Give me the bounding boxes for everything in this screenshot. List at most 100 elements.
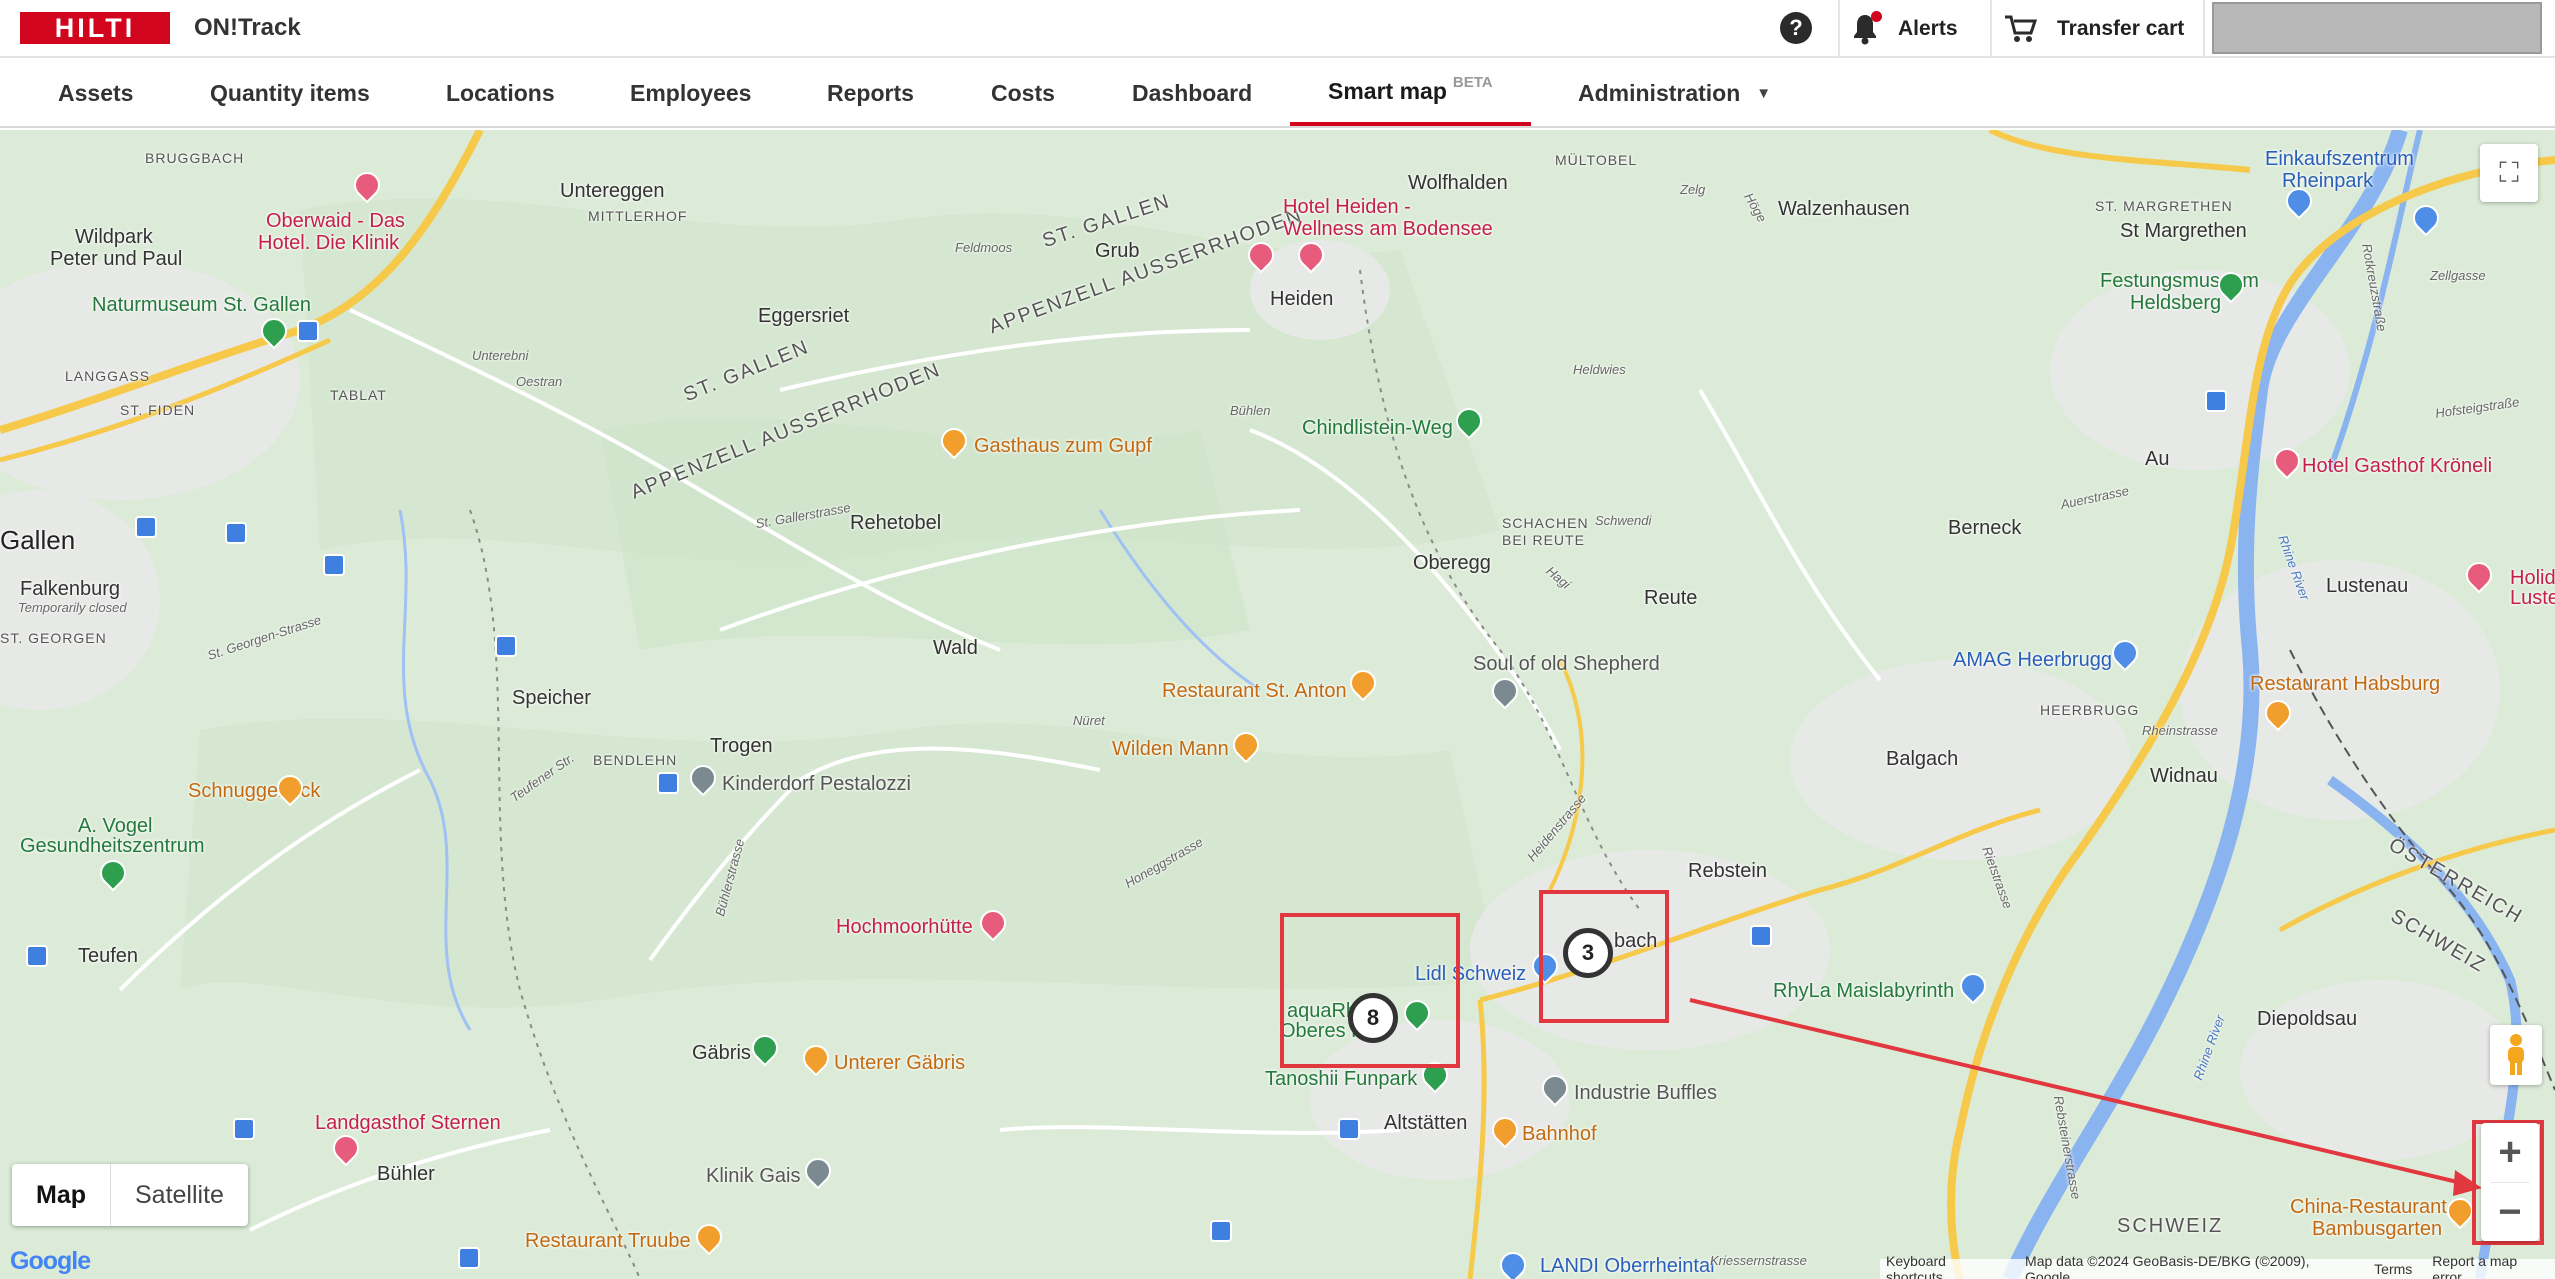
map-label: BENDLEHN (593, 752, 678, 768)
header-divider (1838, 0, 1840, 58)
alerts-label: Alerts (1898, 17, 1958, 40)
poi-label[interactable]: China-Restaurant (2290, 1196, 2447, 1219)
keyboard-shortcuts-link[interactable]: Keyboard shortcuts (1886, 1253, 2005, 1279)
transit-icon[interactable] (26, 945, 48, 967)
nav-employees[interactable]: Employees (630, 60, 751, 126)
map-type-map-button[interactable]: Map (12, 1164, 111, 1226)
poi-label[interactable]: Kinderdorf Pestalozzi (722, 773, 911, 796)
map-label: Wildpark (75, 226, 153, 248)
poi-label[interactable]: Klinik Gais (706, 1165, 800, 1188)
header-divider (2203, 0, 2205, 58)
transit-icon[interactable] (2205, 390, 2227, 412)
poi-label[interactable]: Chindlistein-Weg (1302, 417, 1453, 440)
map-label: Heiden (1270, 288, 1334, 310)
beta-badge: BETA (1452, 73, 1493, 91)
google-logo[interactable]: Google (10, 1247, 91, 1276)
poi-label[interactable]: Gesundheitszentrum (20, 835, 205, 858)
help-icon[interactable]: ? (1780, 12, 1812, 44)
map-data-text: Map data ©2024 GeoBasis-DE/BKG (©2009), … (2025, 1253, 2310, 1279)
alerts-button[interactable]: Alerts (1850, 0, 1958, 58)
nav-smart-map[interactable]: Smart map BETA (1290, 60, 1531, 126)
cart-icon (2005, 15, 2037, 42)
street-label: Zelg (1680, 182, 1706, 197)
transit-icon[interactable] (1338, 1118, 1360, 1140)
poi-label[interactable]: Wellness am Bodensee (1283, 218, 1493, 241)
poi-label[interactable]: Lustena (2510, 587, 2555, 610)
poi-label[interactable]: LANDI Oberrheintal (1540, 1255, 1715, 1278)
street-label: Nüret (1073, 713, 1105, 728)
transfer-cart-label: Transfer cart (2057, 17, 2185, 40)
transit-icon[interactable] (458, 1247, 480, 1269)
transit-icon[interactable] (1210, 1220, 1232, 1242)
transit-icon[interactable] (225, 522, 247, 544)
map-label: Temporarily closed (18, 600, 127, 615)
poi-label[interactable]: Soul of old Shepherd (1473, 653, 1660, 676)
poi-label[interactable]: Tanoshii Funpark (1265, 1068, 1417, 1091)
bell-icon (1850, 11, 1882, 45)
nav-locations[interactable]: Locations (446, 60, 555, 126)
transfer-cart-button[interactable]: Transfer cart (2003, 0, 2184, 58)
header-divider (1990, 0, 1992, 58)
poi-label[interactable]: Restaurant Truube (525, 1230, 691, 1253)
map-type-satellite-button[interactable]: Satellite (111, 1164, 248, 1226)
poi-label[interactable]: RhyLa Maislabyrinth (1773, 980, 1954, 1003)
user-menu[interactable] (2212, 2, 2542, 54)
poi-label[interactable]: Unterer Gäbris (834, 1052, 965, 1075)
hilti-logo[interactable]: HILTI (20, 12, 170, 44)
poi-label[interactable]: Oberwaid - Das (266, 210, 405, 233)
poi-label[interactable]: Heldsberg (2130, 292, 2221, 315)
alert-dot (1871, 11, 1882, 22)
transit-icon[interactable] (1750, 925, 1772, 947)
poi-label[interactable]: Industrie Buffles (1574, 1082, 1717, 1105)
transit-icon[interactable] (495, 635, 517, 657)
poi-label[interactable]: Bahnhof (1522, 1123, 1597, 1146)
report-error-link[interactable]: Report a map error (2432, 1253, 2549, 1279)
street-view-pegman[interactable] (2490, 1025, 2542, 1085)
map-label: ST. MARGRETHEN (2095, 198, 2233, 214)
asset-cluster-marker[interactable]: 8 (1348, 993, 1398, 1043)
map-label: LANGGASS (65, 368, 151, 384)
nav-quantity-items[interactable]: Quantity items (210, 60, 370, 126)
smart-map[interactable]: BRUGGBACH Untereggen MITTLERHOF Wolfhald… (0, 130, 2555, 1279)
nav-administration[interactable]: Administration ▼ (1578, 60, 1771, 126)
nav-costs[interactable]: Costs (991, 60, 1055, 126)
poi-label[interactable]: Hotel. Die Klinik (258, 232, 399, 255)
poi-label[interactable]: Restaurant St. Anton (1162, 680, 1347, 703)
zoom-in-button[interactable]: + (2481, 1123, 2539, 1182)
street-label: Feldmoos (955, 240, 1013, 255)
nav-smart-map-label: Smart map (1328, 77, 1447, 104)
transit-icon[interactable] (657, 772, 679, 794)
fullscreen-button[interactable]: ⛶ (2480, 144, 2538, 202)
poi-label[interactable]: Gasthaus zum Gupf (974, 435, 1152, 458)
map-label: Reute (1644, 587, 1698, 609)
map-label: Gallen (0, 525, 76, 555)
street-label: Zellgasse (2430, 268, 2486, 283)
poi-label[interactable]: Hotel Gasthof Kröneli (2302, 455, 2492, 478)
transit-icon[interactable] (135, 516, 157, 538)
transit-icon[interactable] (233, 1118, 255, 1140)
poi-label[interactable]: Wilden Mann (1112, 738, 1229, 761)
poi-label[interactable]: Hotel Heiden - (1283, 196, 1411, 219)
terms-link[interactable]: Terms (2374, 1261, 2412, 1277)
poi-label[interactable]: Hochmoorhütte (836, 916, 973, 939)
map-label: Widnau (2150, 765, 2218, 787)
poi-label[interactable]: Bambusgarten (2312, 1218, 2442, 1241)
poi-label[interactable]: Naturmuseum St. Gallen (92, 294, 311, 317)
asset-cluster-marker[interactable]: 3 (1563, 928, 1613, 978)
transit-icon[interactable] (323, 554, 345, 576)
map-label: St Margrethen (2120, 220, 2247, 242)
map-label: Peter und Paul (50, 248, 183, 270)
nav-assets[interactable]: Assets (58, 60, 133, 126)
map-label: MITTLERHOF (588, 208, 688, 224)
zoom-control: + − (2481, 1123, 2539, 1241)
zoom-out-button[interactable]: − (2481, 1183, 2539, 1242)
map-label: Speicher (512, 687, 591, 709)
poi-label[interactable]: Einkaufszentrum (2265, 148, 2414, 171)
poi-label[interactable]: Restaurant Habsburg (2250, 673, 2440, 696)
poi-label[interactable]: AMAG Heerbrugg (1953, 649, 2112, 672)
nav-dashboard[interactable]: Dashboard (1132, 60, 1252, 126)
street-label: Unterebni (472, 348, 529, 363)
poi-label[interactable]: Landgasthof Sternen (315, 1112, 501, 1135)
nav-reports[interactable]: Reports (827, 60, 914, 126)
transit-icon[interactable] (297, 320, 319, 342)
